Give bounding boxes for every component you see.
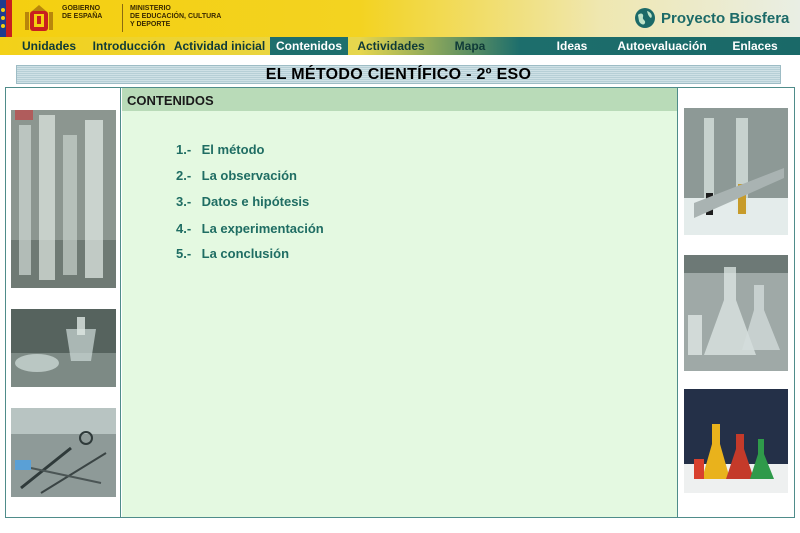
colored-flasks-photo: [684, 389, 788, 493]
section-header: CONTENIDOS: [122, 88, 677, 111]
page-title-bar: EL MÉTODO CIENTÍFICO - 2º ESO: [16, 65, 781, 84]
content-link-conclusion[interactable]: 5.- La conclusión: [176, 246, 324, 272]
brand-name: Proyecto Biosfera: [661, 9, 790, 27]
content-link-datos-hipotesis[interactable]: 3.- Datos e hipótesis: [176, 194, 324, 221]
item-label: Datos e hipótesis: [201, 194, 310, 209]
test-tubes-photo: [684, 108, 788, 235]
graduated-cylinders-photo: [11, 110, 116, 288]
content-link-experimentacion[interactable]: 4.- La experimentación: [176, 221, 324, 246]
nav-unidades[interactable]: Unidades: [10, 37, 88, 55]
dissection-tools-photo: [11, 408, 116, 497]
page-title: EL MÉTODO CIENTÍFICO - 2º ESO: [265, 66, 532, 83]
nav-introduccion[interactable]: Introducción: [90, 37, 168, 55]
main-nav: Unidades Introducción Actividad inicial …: [0, 37, 800, 55]
section-title: CONTENIDOS: [127, 93, 214, 108]
item-label: La experimentación: [201, 221, 324, 236]
left-photo-column: [6, 88, 121, 517]
item-number: 3.-: [176, 194, 192, 209]
nav-actividades[interactable]: Actividades: [352, 37, 430, 55]
item-label: El método: [201, 142, 265, 157]
nav-ideas[interactable]: Ideas: [540, 37, 604, 55]
government-label: GOBIERNO DE ESPAÑA: [62, 5, 103, 20]
contents-list: 1.- El método 2.- La observación 3.- Dat…: [176, 142, 324, 272]
item-number: 4.-: [176, 221, 192, 236]
globe-icon: [635, 8, 655, 28]
nav-actividad-inicial[interactable]: Actividad inicial: [171, 37, 268, 55]
site-header: GOBIERNO DE ESPAÑA MINISTERIO DE EDUCACI…: [0, 0, 800, 37]
coat-of-arms-icon: [25, 5, 53, 31]
content-frame: CONTENIDOS 1.- El método 2.- La observac…: [5, 87, 795, 518]
petri-dish-photo: [11, 309, 116, 387]
header-divider: [122, 4, 123, 32]
nav-contenidos[interactable]: Contenidos: [270, 37, 348, 55]
item-number: 1.-: [176, 142, 192, 157]
content-link-observacion[interactable]: 2.- La observación: [176, 168, 324, 194]
item-number: 5.-: [176, 246, 192, 261]
item-label: La conclusión: [201, 246, 290, 261]
ministry-label: MINISTERIO DE EDUCACIÓN, CULTURA Y DEPOR…: [130, 5, 222, 28]
right-photo-column: [677, 88, 794, 517]
nav-autoevaluacion[interactable]: Autoevaluación: [610, 37, 714, 55]
brand-logo[interactable]: Proyecto Biosfera: [634, 7, 789, 29]
nav-mapa[interactable]: Mapa: [438, 37, 502, 55]
nav-enlaces[interactable]: Enlaces: [724, 37, 786, 55]
content-link-metodo[interactable]: 1.- El método: [176, 142, 324, 168]
eu-flag-strip: [0, 0, 18, 37]
item-label: La observación: [201, 168, 297, 183]
main-content: CONTENIDOS 1.- El método 2.- La observac…: [122, 88, 677, 517]
item-number: 2.-: [176, 168, 192, 183]
flasks-photo: [684, 255, 788, 371]
